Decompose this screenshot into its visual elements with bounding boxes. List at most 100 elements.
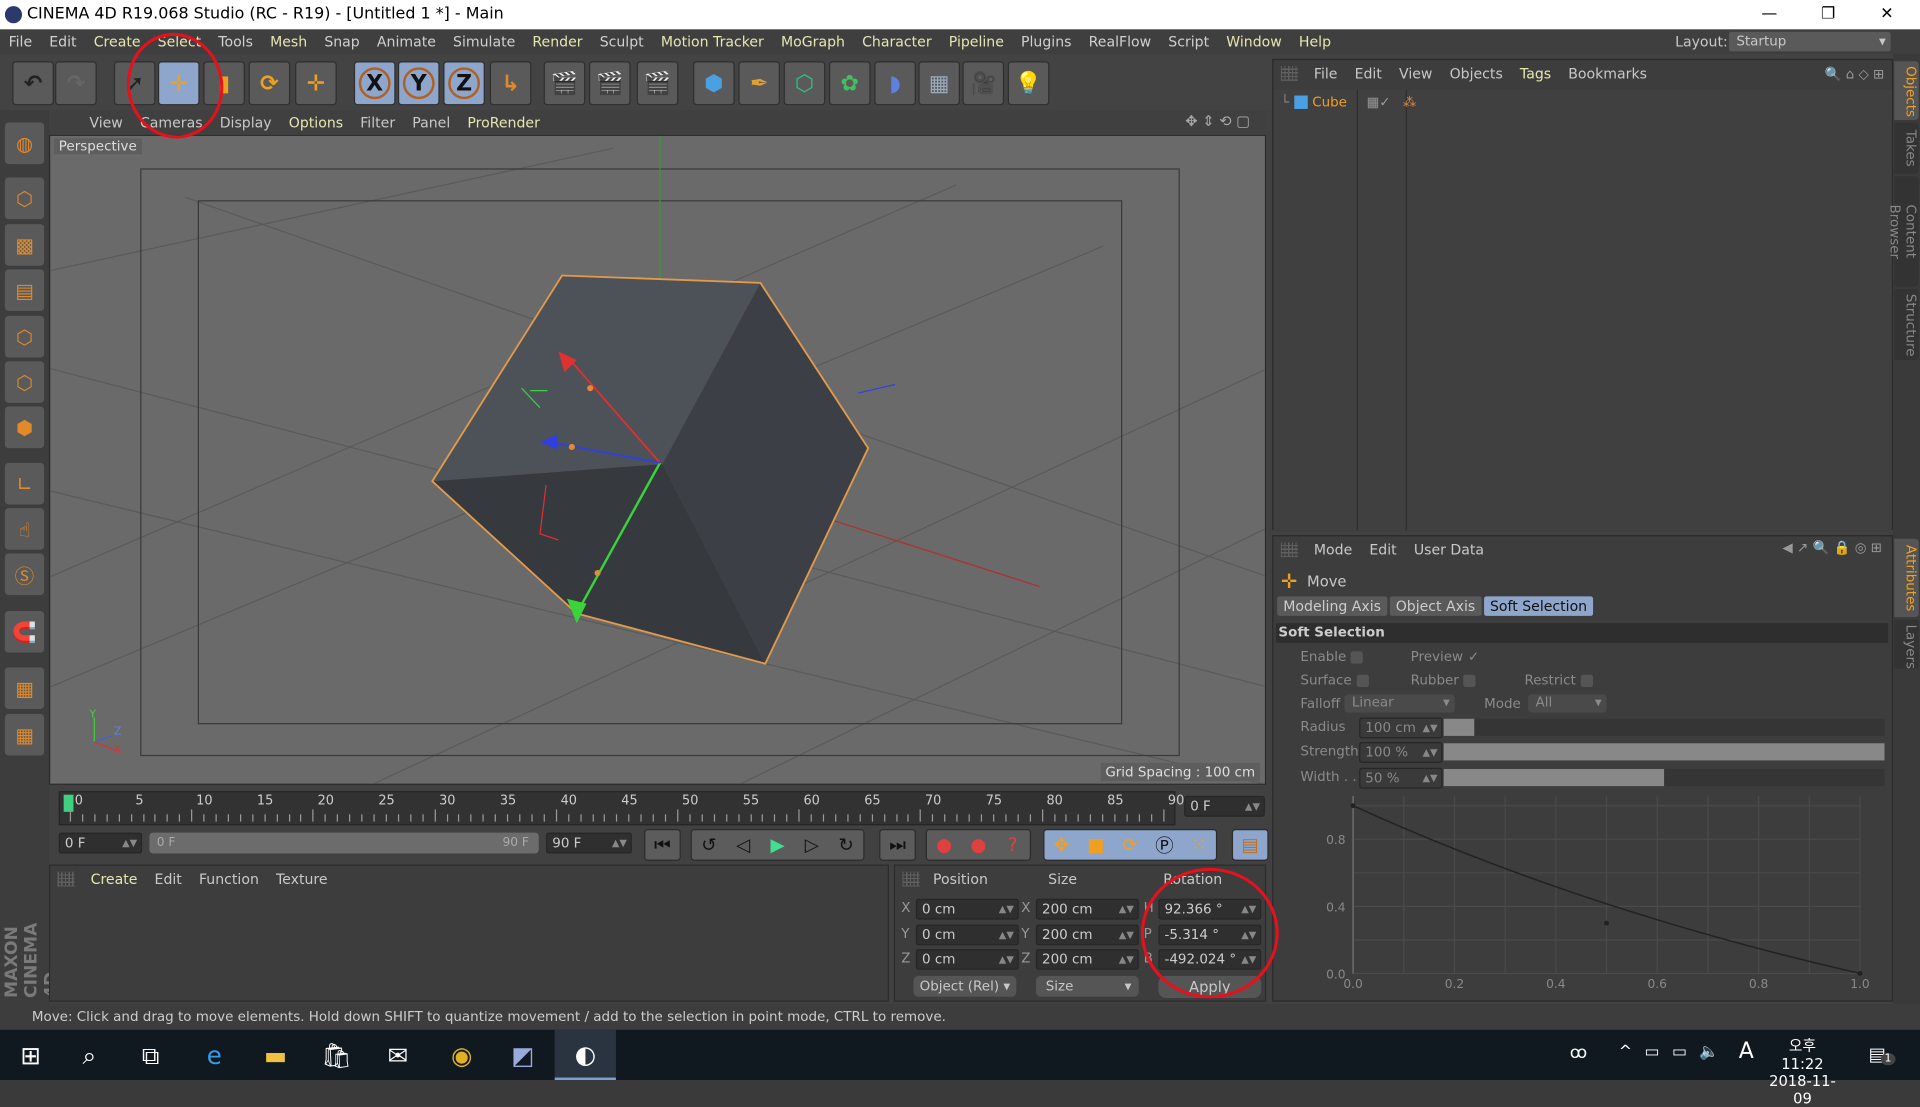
preview-range-slider[interactable]: 0 F 90 F <box>149 832 539 854</box>
attribute-menu-mode[interactable]: Mode <box>1305 541 1361 558</box>
key-scale-icon[interactable]: ■ <box>1079 830 1113 859</box>
viewport-perspective[interactable]: Perspective Y Z X Grid Spacing : 100 cm <box>48 134 1267 785</box>
menu-edit[interactable]: Edit <box>41 33 85 50</box>
radius-slider[interactable] <box>1443 718 1885 736</box>
material-menu-texture[interactable]: Texture <box>267 871 336 888</box>
playhead[interactable] <box>63 794 74 812</box>
edges-mode-button[interactable]: ⬡ <box>4 361 45 403</box>
surface-checkbox[interactable] <box>1356 674 1369 687</box>
enable-option[interactable]: Enable <box>1300 649 1364 665</box>
spinner-icon[interactable]: ▲▼ <box>1241 925 1256 943</box>
tweak-mode-button[interactable]: ☝ <box>4 508 45 550</box>
step-back-icon[interactable]: ◁ <box>726 830 760 859</box>
viewport-menu-filter[interactable]: Filter <box>352 114 404 131</box>
key-pla-icon[interactable]: ⁙ <box>1182 830 1216 859</box>
key-parameter-icon[interactable]: Ⓟ <box>1147 830 1181 859</box>
key-position-icon[interactable]: ✥ <box>1044 830 1078 859</box>
material-menu-create[interactable]: Create <box>82 871 146 888</box>
viewport-menu-options[interactable]: Options <box>280 114 351 131</box>
cinema4d-taskbar-icon[interactable]: ◐ <box>554 1029 616 1081</box>
workplane-lock-button[interactable]: ▦ <box>4 667 45 709</box>
menu-help[interactable]: Help <box>1290 33 1339 50</box>
curve-knot[interactable] <box>1604 920 1609 926</box>
size-y-field[interactable]: 200 cm ▲▼ <box>1035 923 1139 945</box>
object-menu-view[interactable]: View <box>1390 65 1441 82</box>
rubber-checkbox[interactable] <box>1463 674 1476 687</box>
axis-mode-button[interactable]: ∟ <box>4 462 45 505</box>
menu-create[interactable]: Create <box>85 33 149 50</box>
cube-object[interactable] <box>431 274 870 665</box>
radius-field[interactable]: 100 cm ▲▼ <box>1359 717 1443 739</box>
spinner-icon[interactable]: ▲▼ <box>999 950 1014 968</box>
last-tool-button[interactable]: ✛ <box>295 61 337 106</box>
locked-workplane-button[interactable]: ▦ <box>4 713 45 756</box>
render-picture-viewer-button[interactable]: 🎬 <box>588 61 631 106</box>
timeline-ruler[interactable]: 0 5 10 15 20 25 30 35 40 45 50 55 60 65 70 75 80 85 90 <box>58 791 1184 826</box>
position-z-field[interactable]: 0 cm ▲▼ <box>915 948 1019 970</box>
viewport-menu-display[interactable]: Display <box>211 114 280 131</box>
redo-button[interactable]: ↷ <box>55 61 97 106</box>
spinner-icon[interactable]: ▲▼ <box>1422 744 1437 762</box>
menu-snap[interactable]: Snap <box>316 33 369 50</box>
undo-button[interactable]: ↶ <box>12 61 54 106</box>
size-x-field[interactable]: 200 cm ▲▼ <box>1035 898 1139 920</box>
rubber-option[interactable]: Rubber <box>1411 672 1476 688</box>
menu-simulate[interactable]: Simulate <box>444 33 523 50</box>
panel-grip[interactable] <box>1281 66 1298 81</box>
preview-checkmark-icon[interactable]: ✓ <box>1468 649 1479 665</box>
current-frame-field[interactable]: 0 F ▲▼ <box>1184 795 1265 817</box>
preview-option[interactable]: Preview ✓ <box>1411 649 1480 665</box>
mode-dropdown[interactable]: All ▾ <box>1528 694 1607 713</box>
snap-button[interactable]: 🧲 <box>4 611 45 653</box>
surface-option[interactable]: Surface <box>1300 672 1369 688</box>
solo-button[interactable]: Ⓢ <box>4 553 45 596</box>
object-menu-file[interactable]: File <box>1305 65 1346 82</box>
rotation-p-field[interactable]: -5.314 ° ▲▼ <box>1158 923 1262 945</box>
panel-grip[interactable] <box>902 872 919 887</box>
spinner-icon[interactable]: ▲▼ <box>1241 900 1256 918</box>
floor-button[interactable]: ▦ <box>918 61 961 106</box>
position-y-field[interactable]: 0 cm ▲▼ <box>915 923 1019 945</box>
edge-icon[interactable]: e <box>184 1030 245 1080</box>
visibility-toggle-icon[interactable]: ▦✓ <box>1367 94 1391 110</box>
light-button[interactable]: 💡 <box>1007 61 1050 106</box>
phong-tag-icon[interactable]: ⁂ <box>1403 94 1416 110</box>
enable-checkbox[interactable] <box>1351 651 1364 664</box>
panel-grip[interactable] <box>58 872 75 887</box>
people-icon[interactable]: ꝏ <box>1570 1043 1587 1063</box>
y-axis-button[interactable]: Y <box>397 61 440 106</box>
column-divider[interactable] <box>1356 89 1358 531</box>
menu-plugins[interactable]: Plugins <box>1012 33 1080 50</box>
layout-dropdown[interactable]: Startup ▾ <box>1728 31 1891 52</box>
falloff-graph[interactable]: 0.0 0.2 0.4 0.6 0.8 1.0 0.8 0.4 0.0 <box>1310 790 1888 992</box>
spinner-icon[interactable]: ▲▼ <box>612 834 627 852</box>
menu-character[interactable]: Character <box>854 33 941 50</box>
spinner-icon[interactable]: ▲▼ <box>999 900 1014 918</box>
material-menu-edit[interactable]: Edit <box>146 871 190 888</box>
file-explorer-icon[interactable]: ▬ <box>245 1030 306 1080</box>
coordinate-mode-dropdown[interactable]: Object (Rel) ▾ <box>913 975 1017 997</box>
menu-script[interactable]: Script <box>1160 33 1218 50</box>
width-field[interactable]: 50 % ▲▼ <box>1359 767 1443 789</box>
menu-mesh[interactable]: Mesh <box>262 33 316 50</box>
menu-realflow[interactable]: RealFlow <box>1080 33 1160 50</box>
width-slider[interactable] <box>1443 768 1885 786</box>
panel-grip[interactable] <box>1281 542 1298 557</box>
ime-indicator[interactable]: A <box>1739 1038 1754 1064</box>
viewport-menu-view[interactable]: View <box>81 114 132 131</box>
column-divider[interactable] <box>1405 89 1407 531</box>
object-list[interactable] <box>1273 89 1892 531</box>
rotate-button[interactable]: ⟳ <box>248 61 291 106</box>
chrome-icon[interactable]: ◉ <box>431 1030 492 1080</box>
position-x-field[interactable]: 0 cm ▲▼ <box>915 898 1019 920</box>
curve-knot[interactable] <box>1857 971 1863 976</box>
viewport-nav-icons[interactable]: ✥ ⇕ ⟲ ▢ <box>1185 113 1250 130</box>
strength-slider[interactable] <box>1443 743 1885 761</box>
attribute-nav-icons[interactable]: ◀ ↗ 🔍 🔒 ◎ ⊞ <box>1782 540 1882 556</box>
mail-icon[interactable]: ✉ <box>367 1030 428 1080</box>
start-frame-field[interactable]: 0 F ▲▼ <box>58 832 143 854</box>
z-axis-button[interactable]: Z <box>443 61 485 106</box>
task-view-icon[interactable]: ⧉ <box>120 1030 181 1080</box>
render-settings-button[interactable]: 🎬 <box>636 61 679 106</box>
spinner-icon[interactable]: ▲▼ <box>1245 797 1260 815</box>
